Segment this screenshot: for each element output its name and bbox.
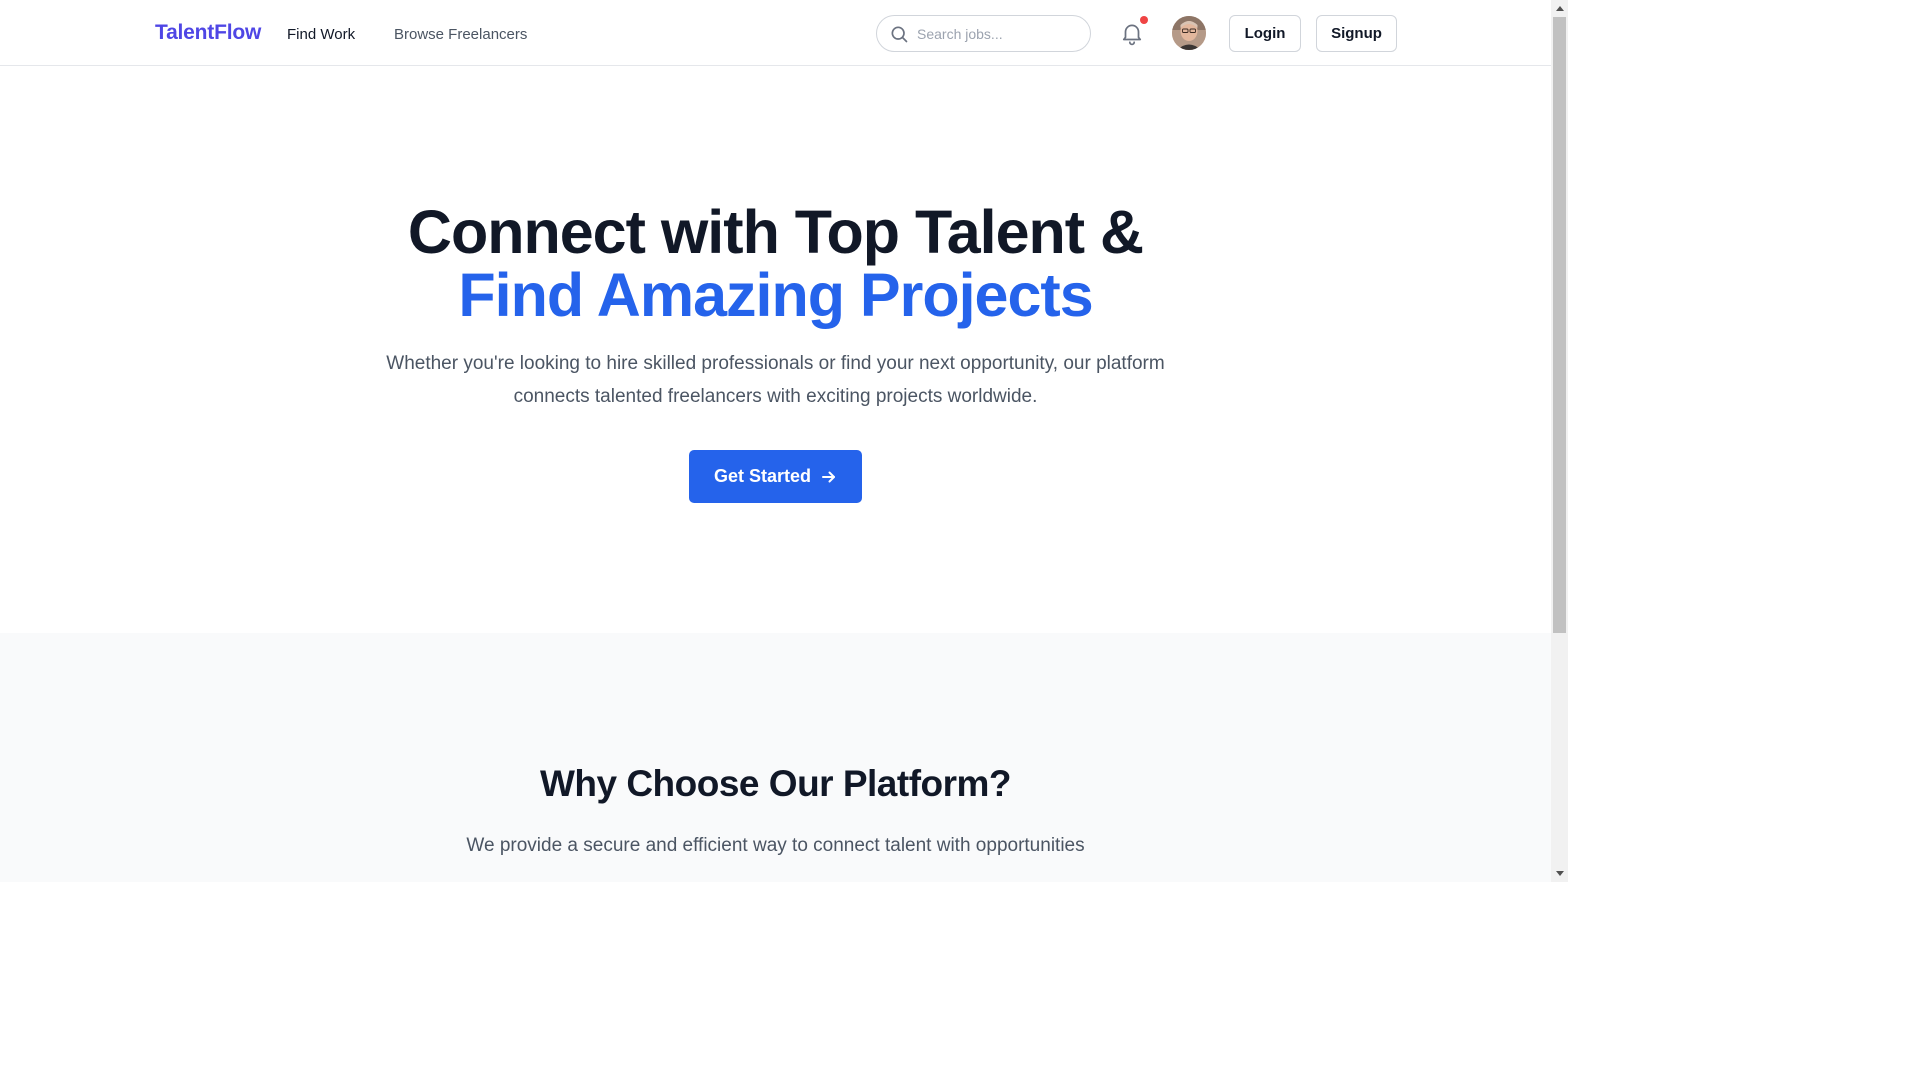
search-input[interactable] bbox=[917, 16, 1082, 51]
avatar-image bbox=[1172, 16, 1206, 50]
avatar[interactable] bbox=[1172, 16, 1206, 50]
chevron-up-icon bbox=[1555, 6, 1564, 11]
features-title: Why Choose Our Platform? bbox=[539, 763, 1012, 804]
get-started-button[interactable]: Get Started bbox=[689, 450, 862, 503]
navbar: TalentFlow Find Work Browse Freelancers bbox=[0, 0, 1551, 66]
logo[interactable]: TalentFlow bbox=[155, 21, 261, 45]
hero-section: Connect with Top Talent & Find Amazing P… bbox=[0, 67, 1551, 633]
hero-subtitle: Whether you're looking to hire skilled p… bbox=[386, 353, 1165, 407]
hero-title-line2: Find Amazing Projects bbox=[458, 261, 1093, 329]
features-subtitle: We provide a secure and efficient way to… bbox=[466, 835, 1085, 856]
hero-title-line1: Connect with Top Talent & bbox=[407, 198, 1144, 266]
search-icon bbox=[891, 26, 908, 43]
scroll-down-arrow[interactable] bbox=[1551, 865, 1568, 882]
nav-browse-freelancers[interactable]: Browse Freelancers bbox=[394, 26, 527, 43]
features-section: Why Choose Our Platform? We provide a se… bbox=[0, 633, 1551, 882]
page: TalentFlow Find Work Browse Freelancers bbox=[0, 0, 1551, 882]
vertical-scrollbar[interactable] bbox=[1551, 0, 1568, 882]
nav-find-work[interactable]: Find Work bbox=[287, 26, 355, 43]
scroll-thumb[interactable] bbox=[1553, 17, 1566, 633]
arrow-right-icon bbox=[822, 471, 836, 482]
scroll-up-arrow[interactable] bbox=[1551, 0, 1568, 17]
login-button[interactable]: Login bbox=[1229, 15, 1301, 52]
chevron-down-icon bbox=[1555, 871, 1564, 876]
signup-button[interactable]: Signup bbox=[1316, 15, 1397, 52]
search-box[interactable] bbox=[876, 15, 1091, 52]
get-started-label: Get Started bbox=[713, 466, 812, 486]
notification-badge bbox=[1140, 16, 1148, 24]
